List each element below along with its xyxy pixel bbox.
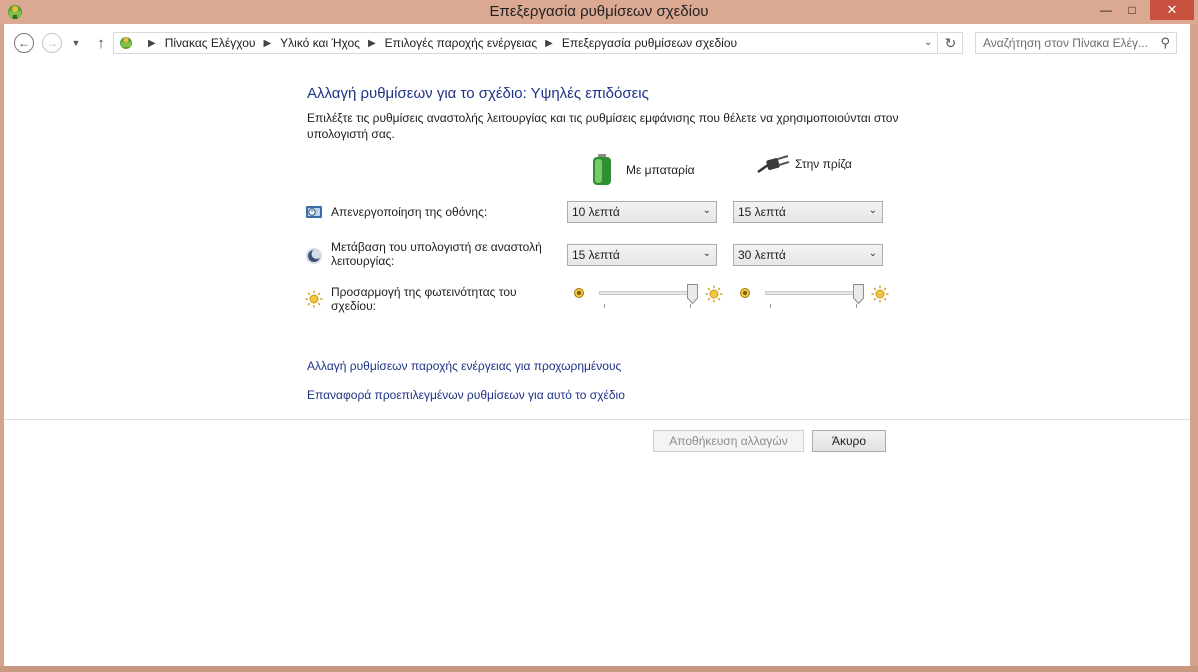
refresh-icon: ↻ (944, 34, 957, 51)
slider-tick (604, 304, 605, 308)
search-icon[interactable]: ⚲ (1160, 35, 1170, 51)
taskbar-edge (0, 666, 1198, 672)
breadcrumb-separator-icon[interactable]: ▶ (545, 38, 553, 49)
chevron-down-icon: ⌄ (868, 205, 877, 216)
column-header-plugged: Στην πρίζα (756, 154, 852, 174)
refresh-button[interactable]: ↻ (939, 32, 963, 54)
plugged-column-label: Στην πρίζα (795, 157, 852, 171)
back-button[interactable]: ← (14, 33, 34, 53)
forward-arrow-icon: → (46, 36, 58, 50)
navigation-bar: ← → ▼ ↑ ▶ Πίνακας Ελέγχου ▶ Υλικό και Ήχ… (4, 30, 1194, 58)
advanced-settings-link[interactable]: Αλλαγή ρυθμίσεων παροχής ενέργειας για π… (307, 359, 621, 373)
brightness-high-icon (871, 285, 889, 303)
slider-track[interactable] (599, 291, 697, 295)
address-bar[interactable]: ▶ Πίνακας Ελέγχου ▶ Υλικό και Ήχος ▶ Επι… (113, 32, 938, 54)
cancel-button[interactable]: Άκυρο (812, 430, 886, 452)
display-off-battery-value: 10 λεπτά (572, 205, 620, 219)
search-input[interactable] (976, 33, 1152, 53)
page-description: Επιλέξτε τις ρυθμίσεις αναστολής λειτουρ… (307, 111, 899, 141)
breadcrumb-item-control-panel[interactable]: Πίνακας Ελέγχου (165, 36, 256, 50)
slider-thumb[interactable] (853, 284, 864, 304)
sleep-battery-select[interactable]: 15 λεπτά ⌄ (567, 244, 717, 266)
divider (4, 419, 1194, 420)
control-panel-icon (120, 37, 132, 49)
battery-icon (593, 154, 611, 185)
window-title: Επεξεργασία ρυθμίσεων σχεδίου (489, 3, 709, 20)
column-header-battery: Με μπαταρία (592, 154, 695, 186)
search-box[interactable]: ⚲ (975, 32, 1177, 54)
maximize-button[interactable]: □ (1118, 0, 1146, 20)
brightness-low-icon (740, 288, 750, 298)
minimize-icon: — (1100, 3, 1112, 17)
recent-locations-button[interactable]: ▼ (70, 33, 82, 53)
display-timer-icon (306, 206, 322, 218)
breadcrumb: ▶ Πίνακας Ελέγχου ▶ Υλικό και Ήχος ▶ Επι… (140, 36, 737, 50)
up-button[interactable]: ↑ (91, 33, 111, 53)
breadcrumb-item-edit-plan[interactable]: Επεξεργασία ρυθμίσεων σχεδίου (562, 36, 737, 50)
slider-thumb[interactable] (687, 284, 698, 304)
breadcrumb-separator-icon[interactable]: ▶ (263, 38, 271, 49)
brightness-plugged-slider[interactable] (739, 284, 889, 315)
up-arrow-icon: ↑ (97, 34, 105, 52)
chevron-down-icon: ⌄ (868, 248, 877, 259)
brightness-battery-slider[interactable] (573, 284, 723, 315)
power-plug-icon (757, 155, 790, 174)
back-arrow-icon: ← (18, 36, 30, 50)
chevron-down-icon: ⌄ (702, 248, 711, 259)
slider-tick (690, 304, 691, 308)
sleep-plugged-select[interactable]: 30 λεπτά ⌄ (733, 244, 883, 266)
slider-track[interactable] (765, 291, 863, 295)
sleep-moon-icon (306, 248, 322, 264)
brightness-label: Προσαρμογή της φωτεινότητας του σχεδίου: (331, 285, 517, 313)
title-bar: Επεξεργασία ρυθμίσεων σχεδίου — □ ✕ (0, 0, 1198, 24)
save-changes-button[interactable]: Αποθήκευση αλλαγών (653, 430, 804, 452)
sleep-plugged-value: 30 λεπτά (738, 248, 786, 262)
display-off-plugged-value: 15 λεπτά (738, 205, 786, 219)
restore-defaults-link[interactable]: Επαναφορά προεπιλεγμένων ρυθμίσεων για α… (307, 388, 625, 402)
close-icon: ✕ (1166, 2, 1178, 17)
brightness-sun-icon (305, 290, 323, 308)
minimize-button[interactable]: — (1092, 0, 1120, 20)
breadcrumb-separator-icon[interactable]: ▶ (368, 38, 376, 49)
close-button[interactable]: ✕ (1150, 0, 1194, 20)
breadcrumb-item-hardware-sound[interactable]: Υλικό και Ήχος (280, 36, 360, 50)
chevron-down-icon: ▼ (71, 38, 81, 48)
brightness-low-icon (574, 288, 584, 298)
slider-tick (856, 304, 857, 308)
breadcrumb-item-power-options[interactable]: Επιλογές παροχής ενέργειας (385, 36, 537, 50)
address-dropdown-chevron-icon[interactable]: ⌄ (924, 37, 932, 48)
page-title: Αλλαγή ρυθμίσεων για το σχέδιο: Υψηλές ε… (307, 85, 649, 102)
display-off-battery-select[interactable]: 10 λεπτά ⌄ (567, 201, 717, 223)
slider-tick (770, 304, 771, 308)
brightness-high-icon (705, 285, 723, 303)
breadcrumb-separator-icon: ▶ (148, 37, 156, 49)
sleep-battery-value: 15 λεπτά (572, 248, 620, 262)
window-client: ← → ▼ ↑ ▶ Πίνακας Ελέγχου ▶ Υλικό και Ήχ… (4, 24, 1194, 666)
maximize-icon: □ (1128, 3, 1136, 17)
window-border (1190, 24, 1194, 666)
chevron-down-icon: ⌄ (702, 205, 711, 216)
forward-button[interactable]: → (42, 33, 62, 53)
display-off-plugged-select[interactable]: 15 λεπτά ⌄ (733, 201, 883, 223)
display-off-label: Απενεργοποίηση της οθόνης: (331, 205, 488, 219)
sleep-label: Μετάβαση του υπολογιστή σε αναστολή λειτ… (331, 240, 542, 268)
battery-column-label: Με μπαταρία (626, 163, 695, 177)
